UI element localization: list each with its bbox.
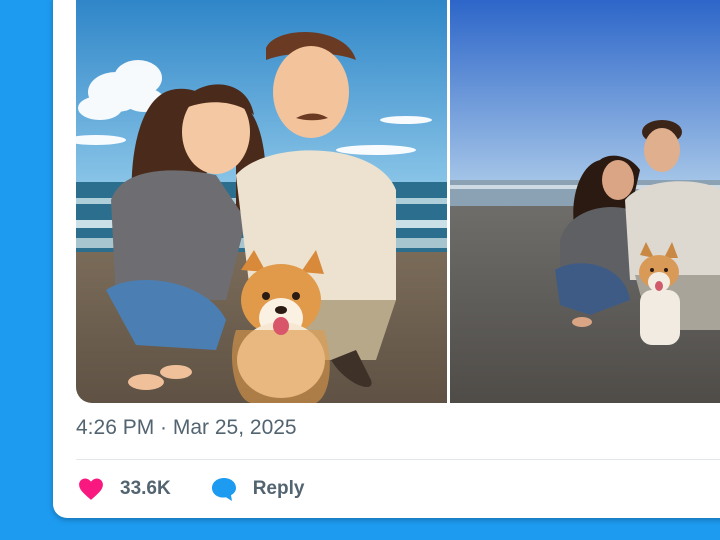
tweet-timestamp[interactable]: 4:26 PM · Mar 25, 2025 <box>76 416 297 440</box>
speech-bubble-icon[interactable] <box>209 474 239 504</box>
likes-count: 33.6K <box>120 478 171 499</box>
anime-illustration-image[interactable] <box>76 0 447 403</box>
beach-photo-image[interactable] <box>450 0 720 403</box>
reply-button[interactable]: Reply <box>209 474 305 504</box>
tweet-media[interactable] <box>76 0 720 403</box>
tweet-actions: 33.6K Reply <box>76 472 304 506</box>
divider <box>76 459 720 460</box>
like-button[interactable]: 33.6K <box>76 474 171 504</box>
reply-label: Reply <box>252 478 305 499</box>
heart-icon[interactable] <box>76 474 106 504</box>
